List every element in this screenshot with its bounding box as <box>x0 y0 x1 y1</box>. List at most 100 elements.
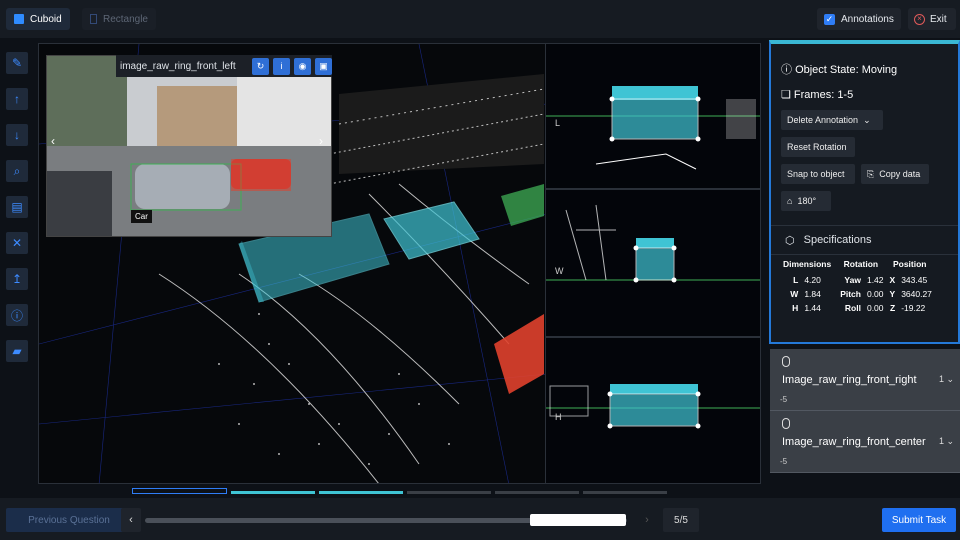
timeline-thumb[interactable] <box>530 514 626 526</box>
close-circle-icon: × <box>914 13 925 25</box>
frame-segment-2[interactable] <box>231 491 315 494</box>
zoom-icon[interactable]: ⌕ <box>6 160 28 182</box>
rot-value[interactable]: 1.42 <box>864 273 887 287</box>
delete-annotation-label: Delete Annotation <box>787 115 859 125</box>
cuboid-cyan-selected[interactable] <box>383 201 480 260</box>
camera-list-item-front-center[interactable]: Image_raw_ring_front_center 1 ⌄ -5 <box>770 411 960 473</box>
left-tool-column: ✎ ↑ ↓ ⌕ ▤ ✕ ↥ ⓘ ▰ <box>6 52 30 376</box>
height-axis-label: H <box>555 412 562 422</box>
spec-row: L 4.20 Yaw 1.42 X 343.45 <box>779 273 935 287</box>
position-header: Position <box>892 259 927 269</box>
submit-task-button[interactable]: Submit Task <box>882 508 956 532</box>
cuboid-label: Cuboid <box>30 13 62 25</box>
copy-label: Copy data <box>879 169 921 179</box>
camera-title: image_raw_ring_front_left <box>120 60 236 72</box>
camera-item-num: 1 <box>938 374 944 384</box>
object-state-text: Object State: Moving <box>795 64 898 76</box>
info-icon[interactable]: ⓘ <box>6 304 28 326</box>
camera-list-item-front-right[interactable]: Image_raw_ring_front_right 1 ⌄ -5 <box>770 349 960 411</box>
checkbox-icon: ✓ <box>824 13 835 25</box>
cuboid-red[interactable] <box>494 314 544 394</box>
eye-icon[interactable]: ◉ <box>294 57 311 75</box>
annotation-panel: ⓘ Object State: Moving ❏ Frames: 1-5 Del… <box>769 40 960 344</box>
dim-key: W <box>790 289 799 299</box>
reset-rotation-label: Reset Rotation <box>787 142 847 152</box>
delete-annotation-button[interactable]: Delete Annotation ⌄ <box>781 110 883 130</box>
rotate-label: 180° <box>797 196 817 206</box>
keyboard-icon[interactable]: ▤ <box>6 196 28 218</box>
pos-value[interactable]: 3640.27 <box>898 287 935 301</box>
snap-to-object-button[interactable]: Snap to object <box>781 164 855 184</box>
page-indicator: 5/5 <box>663 508 699 532</box>
dim-key: H <box>792 303 799 313</box>
pos-value[interactable]: -19.22 <box>898 301 935 315</box>
exit-button[interactable]: × Exit <box>908 8 956 30</box>
spec-row: H 1.44 Roll 0.00 Z -19.22 <box>779 301 935 315</box>
camera-item-sub: -5 <box>780 395 788 404</box>
dim-value[interactable]: 4.20 <box>801 273 837 287</box>
chevron-left-icon[interactable]: ‹ <box>51 134 55 148</box>
book-icon[interactable]: ▰ <box>6 340 28 362</box>
upload-icon[interactable]: ↥ <box>6 268 28 290</box>
info-icon: ⓘ <box>781 64 796 76</box>
arrow-down-icon[interactable]: ↓ <box>6 124 28 146</box>
annotations-toggle[interactable]: ✓ Annotations <box>817 8 901 30</box>
frames-icon: ❏ <box>781 89 794 101</box>
dim-value[interactable]: 1.44 <box>801 301 837 315</box>
arrow-up-icon[interactable]: ↑ <box>6 88 28 110</box>
chevron-right-icon[interactable]: › <box>637 508 657 532</box>
dim-value[interactable]: 1.84 <box>801 287 837 301</box>
side-views: L W H <box>545 43 761 484</box>
link-icon <box>782 418 790 429</box>
rectangle-tool-button[interactable]: Rectangle <box>82 8 156 30</box>
camera-preview[interactable]: ‹ › <box>46 55 332 237</box>
annotations-label: Annotations <box>841 13 894 25</box>
side-view-bottom-canvas <box>546 384 760 429</box>
chevron-right-icon[interactable]: › <box>319 134 323 148</box>
camera-item-count: 1 ⌄ <box>938 436 954 446</box>
side-view-bottom[interactable]: H <box>545 337 761 484</box>
side-view-top[interactable]: L <box>545 43 761 189</box>
refresh-icon[interactable]: ↻ <box>252 57 269 75</box>
cube-outline-icon: ⬡ <box>785 234 795 247</box>
copy-data-button[interactable]: ⎘ Copy data <box>861 164 929 184</box>
lock-icon[interactable]: ▣ <box>315 57 332 75</box>
rot-key: Pitch <box>840 289 861 299</box>
side-view-top-canvas <box>546 86 760 170</box>
specifications-label: Specifications <box>803 234 872 246</box>
frame-segment-1[interactable] <box>132 488 227 494</box>
cuboid-green[interactable] <box>501 184 544 226</box>
pos-key: Y <box>889 289 896 299</box>
dim-key: L <box>793 275 799 285</box>
previous-question-button[interactable]: Previous Question <box>6 508 132 532</box>
info-icon[interactable]: i <box>273 57 290 75</box>
frame-segment-3[interactable] <box>319 491 403 494</box>
side-view-middle-canvas <box>546 204 760 283</box>
reset-rotation-button[interactable]: Reset Rotation <box>781 137 855 157</box>
camera-item-name: Image_raw_ring_front_right <box>782 374 917 386</box>
rot-value[interactable]: 0.00 <box>864 287 887 301</box>
pen-icon[interactable]: ✎ <box>6 52 28 74</box>
cuboid-tool-button[interactable]: Cuboid <box>6 8 70 30</box>
side-view-middle[interactable]: W <box>545 189 761 337</box>
rotate-180-button[interactable]: ⌂ 180° <box>781 191 831 211</box>
camera-image <box>47 56 331 236</box>
frame-segment-4[interactable] <box>407 491 491 494</box>
snap-label: Snap to object <box>787 169 845 179</box>
chevron-left-icon[interactable]: ‹ <box>121 508 141 532</box>
chevron-down-icon: ⌄ <box>863 114 871 125</box>
camera-item-sub: -5 <box>780 457 788 466</box>
fit-icon[interactable]: ✕ <box>6 232 28 254</box>
frame-segment-6[interactable] <box>583 491 667 494</box>
width-axis-label: W <box>555 266 564 276</box>
rot-value[interactable]: 0.00 <box>864 301 887 315</box>
car-label-tag: Car <box>131 210 152 223</box>
specifications-table: Dimensions Rotation Position L 4.20 Yaw … <box>779 256 935 315</box>
cube-icon <box>14 14 24 24</box>
specifications-header[interactable]: ⬡ Specifications <box>771 225 958 255</box>
pos-key: Z <box>889 303 896 313</box>
rotate-icon: ⌂ <box>787 196 793 206</box>
pos-value[interactable]: 343.45 <box>898 273 935 287</box>
rot-key: Roll <box>844 303 861 313</box>
frame-segment-5[interactable] <box>495 491 579 494</box>
